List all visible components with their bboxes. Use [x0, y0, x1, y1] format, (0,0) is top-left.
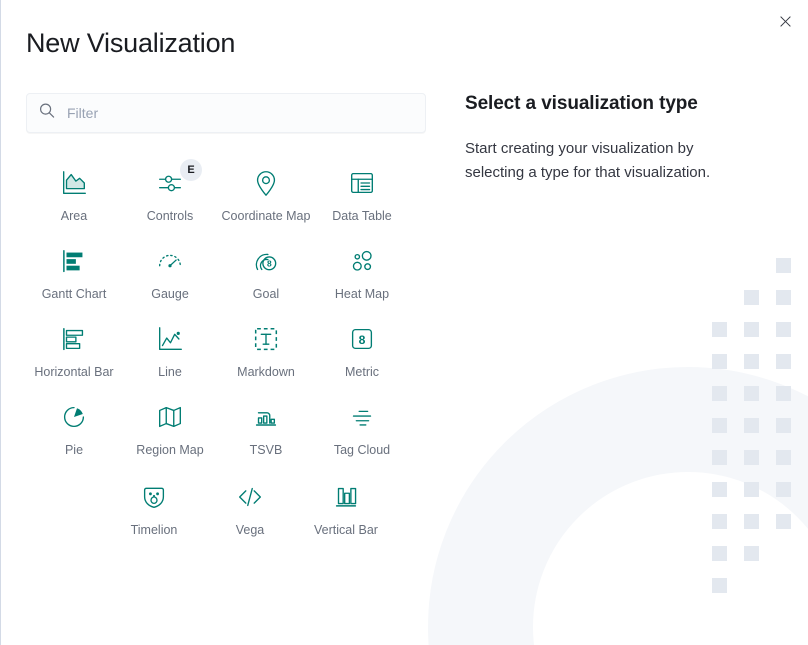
viz-type-timelion[interactable]: Timelion — [106, 473, 202, 545]
info-panel-title: Select a visualization type — [465, 93, 698, 114]
filter-field[interactable] — [26, 93, 426, 133]
data-table-icon — [346, 167, 378, 199]
close-button[interactable] — [770, 6, 800, 36]
viz-type-label: Timelion — [130, 523, 178, 537]
viz-type-label: Metric — [344, 365, 380, 379]
viz-type-horizontal-bar[interactable]: Horizontal Bar — [26, 315, 122, 387]
viz-type-label: Tag Cloud — [333, 443, 391, 457]
viz-type-heat-map[interactable]: Heat Map — [314, 237, 410, 309]
info-panel-description: Start creating your visualization by sel… — [465, 140, 711, 181]
svg-text:8: 8 — [267, 259, 272, 269]
viz-type-label: Controls — [146, 209, 194, 223]
gantt-chart-icon — [58, 245, 90, 277]
viz-type-data-table[interactable]: Data Table — [314, 159, 410, 231]
area-chart-icon — [58, 167, 90, 199]
gauge-icon — [154, 245, 186, 277]
goal-icon: 8 — [250, 245, 282, 277]
visualization-type-grid: Area Controls E Coordinate Map Data Table — [26, 159, 426, 465]
tag-cloud-icon — [346, 401, 378, 433]
viz-type-gauge[interactable]: Gauge — [122, 237, 218, 309]
new-visualization-modal: New Visualization Area — [0, 0, 808, 645]
visualization-info-panel: Select a visualization type Start creati… — [465, 93, 765, 185]
metric-icon: 8 — [346, 323, 378, 355]
close-icon — [779, 15, 792, 28]
viz-type-region-map[interactable]: Region Map — [122, 393, 218, 465]
map-marker-icon — [250, 167, 282, 199]
viz-type-tsvb[interactable]: TSVB — [218, 393, 314, 465]
viz-type-label: Coordinate Map — [221, 209, 311, 223]
experimental-badge: E — [180, 159, 202, 181]
viz-type-label: Pie — [64, 443, 84, 457]
viz-type-label: Goal — [252, 287, 280, 301]
search-input[interactable] — [27, 94, 425, 132]
timelion-icon — [138, 481, 170, 513]
viz-type-coordinate-map[interactable]: Coordinate Map — [218, 159, 314, 231]
viz-type-vega[interactable]: Vega — [202, 473, 298, 545]
viz-type-label: Vega — [235, 523, 265, 537]
viz-type-markdown[interactable]: Markdown — [218, 315, 314, 387]
search-icon — [39, 103, 55, 124]
visualization-type-picker: Area Controls E Coordinate Map Data Table — [26, 93, 426, 545]
viz-type-vertical-bar[interactable]: Vertical Bar — [298, 473, 394, 545]
viz-type-label: Gantt Chart — [41, 287, 107, 301]
viz-type-label: Line — [158, 365, 182, 379]
viz-type-label: Vertical Bar — [314, 523, 378, 537]
tsvb-icon — [250, 401, 282, 433]
viz-type-label: Heat Map — [334, 287, 390, 301]
viz-type-label: Gauge — [151, 287, 189, 301]
viz-type-area[interactable]: Area — [26, 159, 122, 231]
viz-type-goal[interactable]: 8 Goal — [218, 237, 314, 309]
horizontal-bar-icon — [58, 323, 90, 355]
markdown-icon — [250, 323, 282, 355]
viz-type-label: Horizontal Bar — [34, 365, 114, 379]
viz-type-line[interactable]: Line — [122, 315, 218, 387]
viz-type-label: Area — [60, 209, 88, 223]
viz-type-label: TSVB — [249, 443, 283, 457]
viz-type-controls[interactable]: Controls E — [122, 159, 218, 231]
region-map-icon — [154, 401, 186, 433]
viz-type-pie[interactable]: Pie — [26, 393, 122, 465]
vertical-bar-icon — [330, 481, 362, 513]
viz-type-gantt-chart[interactable]: Gantt Chart — [26, 237, 122, 309]
visualization-type-grid-last-row: Timelion Vega Vertical Bar — [26, 473, 426, 545]
viz-type-label: Data Table — [332, 209, 392, 223]
pie-chart-icon — [58, 401, 90, 433]
heat-map-icon — [346, 245, 378, 277]
viz-type-metric[interactable]: 8 Metric — [314, 315, 410, 387]
viz-type-label: Region Map — [136, 443, 204, 457]
viz-type-label: Markdown — [237, 365, 295, 379]
line-chart-icon — [154, 323, 186, 355]
vega-code-icon — [234, 481, 266, 513]
svg-text:8: 8 — [359, 333, 366, 347]
viz-type-tag-cloud[interactable]: Tag Cloud — [314, 393, 410, 465]
